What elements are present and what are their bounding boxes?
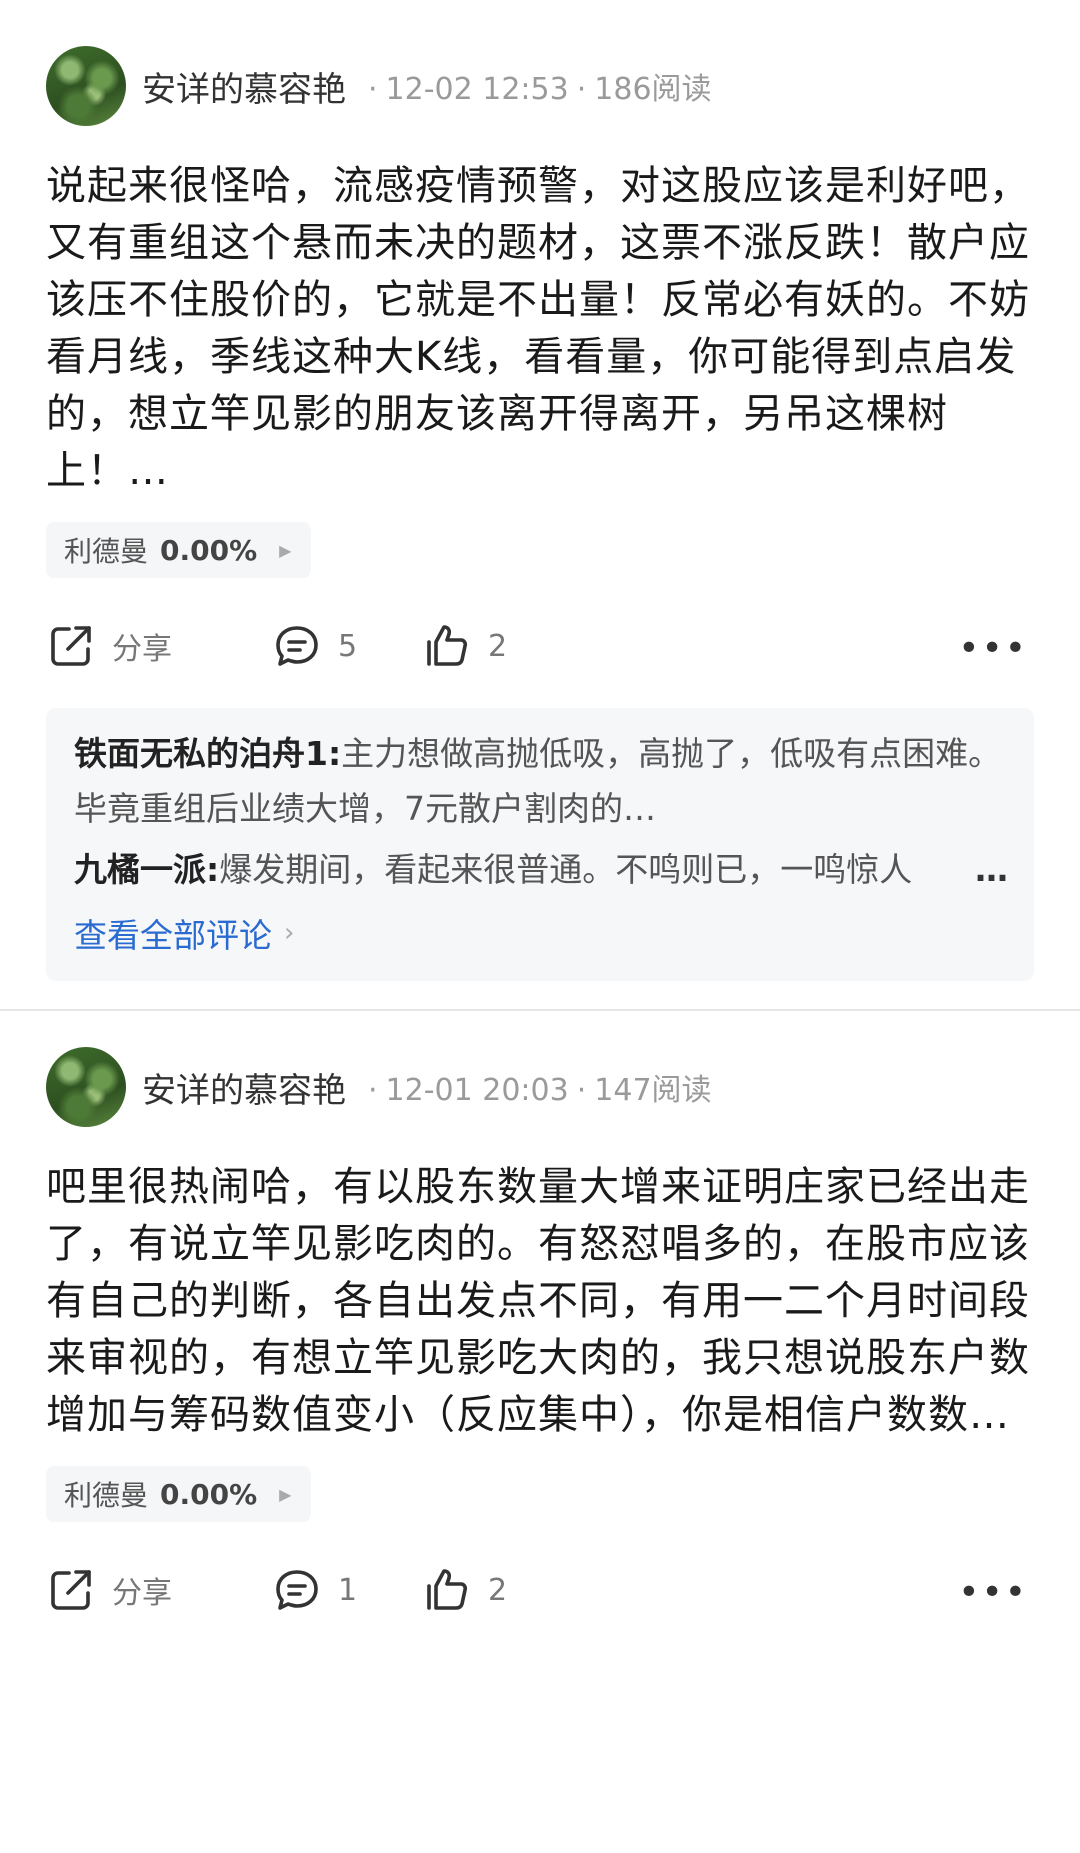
share-label: 分享 xyxy=(112,632,172,667)
post-meta: · 12-01 20:03 · 147阅读 xyxy=(368,1073,712,1108)
thumbs-up-icon xyxy=(427,625,468,666)
comment-button[interactable]: 1 xyxy=(272,1565,422,1615)
comment-count: 1 xyxy=(338,1572,358,1608)
like-count: 2 xyxy=(488,628,508,664)
post-1[interactable]: 安详的慕容艳 · 12-02 12:53 · 186阅读 说起来很怪哈，流感疫情预警，… xyxy=(0,0,1080,1011)
commenter-name[interactable]: 铁面无私的泊舟1: xyxy=(74,734,341,773)
author-name[interactable]: 安详的慕容艳 xyxy=(142,1063,346,1112)
comment-item[interactable]: 九橘一派:爆发期间，看起来很普通。不鸣则已，一鸣惊人 … xyxy=(74,842,1008,897)
action-bar: 分享 5 2 ••• xyxy=(46,610,1034,682)
play-arrow-icon: ▶ xyxy=(279,1484,292,1504)
post-2[interactable]: 安详的慕容艳 · 12-01 20:03 · 147阅读 吧里很热闹哈，有以股东数量大… xyxy=(0,1011,1080,1626)
avatar[interactable] xyxy=(46,1047,126,1127)
comment-count: 5 xyxy=(338,628,358,664)
comment-item[interactable]: 铁面无私的泊舟1:主力想做高抛低吸，高抛了，低吸有点困难。毕竟重组后业绩大增，7… xyxy=(74,726,1008,836)
comment-button[interactable]: 5 xyxy=(272,621,422,671)
stock-tag[interactable]: 利德曼 0.00% ▶ xyxy=(46,1466,312,1522)
stock-change: 0.00% xyxy=(160,1477,258,1511)
post-date: 12-01 20:03 xyxy=(385,1073,569,1108)
comment-text: 爆发期间，看起来很普通。不鸣则已，一鸣惊人 xyxy=(219,850,913,889)
like-button[interactable]: 2 xyxy=(422,621,507,671)
stock-name: 利德曼 xyxy=(64,535,149,568)
ellipsis-icon: … xyxy=(975,850,1008,889)
like-button[interactable]: 2 xyxy=(422,1565,507,1615)
stock-change: 0.00% xyxy=(160,533,258,567)
action-bar: 分享 1 2 ••• xyxy=(46,1554,1034,1626)
more-dots-icon[interactable]: ••• xyxy=(958,628,1028,669)
share-icon xyxy=(51,1570,91,1610)
read-count: 186阅读 xyxy=(594,72,712,107)
stock-name: 利德曼 xyxy=(64,1479,149,1512)
comment-icon xyxy=(276,626,318,666)
share-button[interactable]: 分享 xyxy=(46,1565,272,1615)
post-date: 12-02 12:53 xyxy=(385,72,569,107)
view-all-comments-link[interactable]: 查看全部评论 › xyxy=(74,909,1008,957)
post-body[interactable]: 吧里很热闹哈，有以股东数量大增来证明庄家已经出走了，有说立竿见影吃肉的。有怒怼唱… xyxy=(46,1159,1034,1444)
post-header: 安详的慕容艳 · 12-01 20:03 · 147阅读 xyxy=(46,1047,1034,1127)
stock-tag[interactable]: 利德曼 0.00% ▶ xyxy=(46,522,312,578)
share-icon xyxy=(51,626,91,666)
view-all-label: 查看全部评论 xyxy=(74,916,272,955)
thumbs-up-icon xyxy=(427,1569,468,1610)
play-arrow-icon: ▶ xyxy=(279,540,292,560)
author-name[interactable]: 安详的慕容艳 xyxy=(142,62,346,111)
post-meta: · 12-02 12:53 · 186阅读 xyxy=(368,72,712,107)
like-count: 2 xyxy=(488,1572,508,1608)
more-dots-icon[interactable]: ••• xyxy=(958,1572,1028,1613)
avatar[interactable] xyxy=(46,46,126,126)
share-button[interactable]: 分享 xyxy=(46,621,272,671)
comment-icon xyxy=(276,1570,318,1610)
share-label: 分享 xyxy=(112,1576,172,1611)
post-body[interactable]: 说起来很怪哈，流感疫情预警，对这股应该是利好吧，又有重组这个悬而未决的题材，这票… xyxy=(46,158,1034,500)
comment-preview[interactable]: 铁面无私的泊舟1:主力想做高抛低吸，高抛了，低吸有点困难。毕竟重组后业绩大增，7… xyxy=(46,708,1034,981)
post-header: 安详的慕容艳 · 12-02 12:53 · 186阅读 xyxy=(46,46,1034,126)
commenter-name[interactable]: 九橘一派: xyxy=(74,850,219,889)
read-count: 147阅读 xyxy=(594,1073,712,1108)
chevron-right-icon: › xyxy=(284,918,295,948)
